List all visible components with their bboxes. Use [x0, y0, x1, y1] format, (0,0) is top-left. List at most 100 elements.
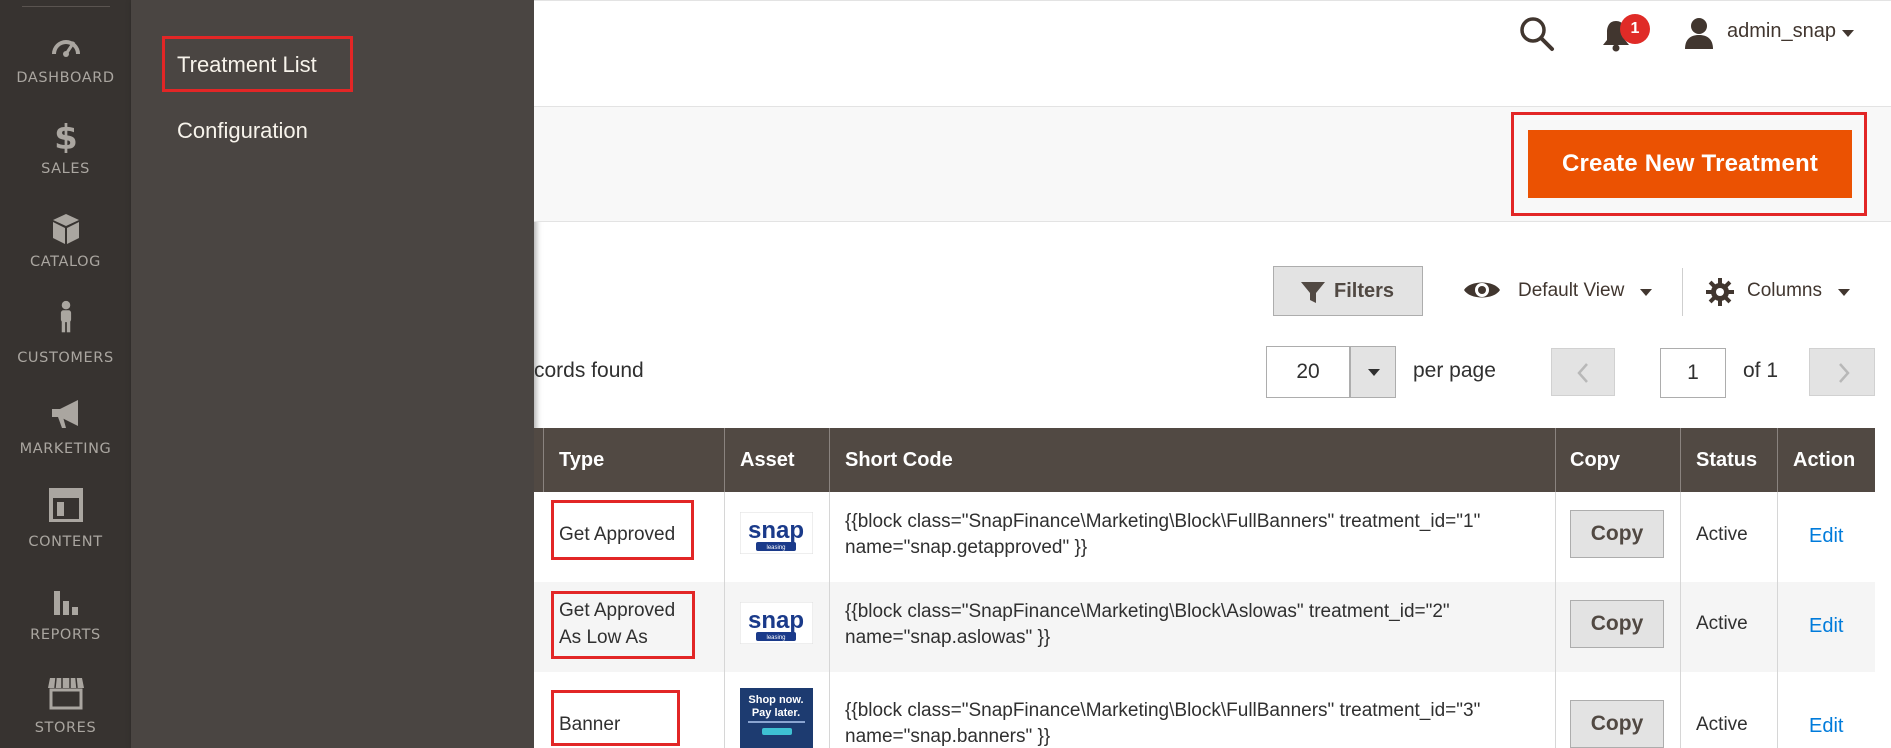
nav-label: REPORTS — [30, 627, 101, 643]
column-separator — [1777, 428, 1778, 492]
storefront-icon — [48, 677, 84, 710]
column-header-type[interactable]: Type — [559, 428, 604, 492]
bar-chart-icon — [54, 591, 78, 615]
nav-label: CATALOG — [30, 254, 101, 270]
column-line — [1777, 492, 1778, 748]
column-header-status[interactable]: Status — [1696, 428, 1757, 492]
nav-label: CONTENT — [28, 534, 103, 550]
column-line — [829, 492, 830, 748]
type-cell: Get Approved — [559, 600, 676, 621]
short-code-cell: {{block class="SnapFinance\Marketing\Blo… — [845, 601, 1450, 622]
table-row — [534, 582, 1875, 672]
nav-item-customers[interactable]: CUSTOMERS — [0, 300, 131, 386]
asset-text: snap — [748, 607, 804, 634]
gear-icon[interactable] — [1706, 278, 1734, 306]
short-code-cell: name="snap.getapproved" }} — [845, 537, 1088, 558]
column-header-copy[interactable]: Copy — [1570, 428, 1620, 492]
column-line — [724, 492, 725, 748]
type-cell: Banner — [559, 714, 621, 735]
eye-icon[interactable] — [1462, 276, 1502, 304]
user-menu[interactable]: admin_snap — [1727, 20, 1836, 43]
chevron-right-icon — [1839, 363, 1850, 383]
chevron-down-icon[interactable] — [1838, 289, 1850, 296]
filters-label: Filters — [1334, 280, 1395, 302]
shop-now-banner-image: Shop now. Pay later. — [740, 688, 813, 748]
nav-label: MARKETING — [19, 441, 112, 457]
next-page-button[interactable] — [1809, 348, 1875, 396]
edit-link[interactable]: Edit — [1809, 525, 1843, 548]
admin-sidebar: DASHBOARD $ SALES CATALOG CUSTOMERS MARK… — [0, 0, 131, 748]
nav-item-dashboard[interactable]: DASHBOARD — [0, 22, 131, 108]
dollar-icon: $ — [54, 119, 78, 153]
type-cell: Get Approved — [559, 524, 676, 545]
chevron-down-icon — [1368, 369, 1380, 376]
table-row — [534, 492, 1875, 582]
prev-page-button[interactable] — [1551, 348, 1615, 396]
person-icon — [60, 300, 72, 333]
short-code-cell: name="snap.banners" }} — [845, 726, 1051, 747]
nav-label: SALES — [41, 161, 90, 177]
megaphone-icon — [52, 400, 78, 428]
status-cell: Active — [1696, 613, 1748, 634]
columns-dropdown[interactable]: Columns — [1747, 280, 1822, 302]
page-total-label: of 1 — [1743, 359, 1779, 382]
column-separator — [543, 428, 544, 492]
column-separator — [1555, 428, 1556, 492]
snap-logo-image: snap leasing — [740, 512, 813, 554]
copy-button[interactable]: Copy — [1570, 700, 1664, 748]
submenu-item-treatment-list[interactable]: Treatment List — [177, 52, 317, 78]
box-icon — [53, 214, 79, 244]
chevron-left-icon — [1577, 363, 1588, 383]
column-separator — [724, 428, 725, 492]
copy-button[interactable]: Copy — [1570, 510, 1664, 558]
records-found: cords found — [534, 359, 644, 382]
asset-text: Shop now. — [748, 694, 803, 706]
search-icon[interactable] — [1517, 14, 1557, 54]
edit-link[interactable]: Edit — [1809, 715, 1843, 738]
column-header-asset[interactable]: Asset — [740, 428, 794, 492]
filters-button[interactable]: Filters — [1273, 266, 1423, 316]
user-icon[interactable] — [1683, 16, 1715, 50]
table-header — [534, 428, 1875, 492]
nav-item-sales[interactable]: $ SALES — [0, 115, 131, 201]
submenu-item-configuration[interactable]: Configuration — [177, 118, 308, 144]
copy-button[interactable]: Copy — [1570, 600, 1664, 648]
notification-badge[interactable]: 1 — [1620, 14, 1650, 44]
short-code-cell: name="snap.aslowas" }} — [845, 627, 1051, 648]
per-page-toggle[interactable] — [1350, 346, 1396, 398]
short-code-cell: {{block class="SnapFinance\Marketing\Blo… — [845, 700, 1481, 721]
status-cell: Active — [1696, 524, 1748, 545]
short-code-cell: {{block class="SnapFinance\Marketing\Blo… — [845, 511, 1481, 532]
toolbar-divider — [1682, 268, 1683, 316]
asset-text: Pay later. — [752, 707, 800, 719]
column-header-short-code[interactable]: Short Code — [845, 428, 953, 492]
chevron-down-icon[interactable] — [1842, 30, 1854, 37]
nav-item-catalog[interactable]: CATALOG — [0, 208, 131, 294]
column-separator — [1680, 428, 1681, 492]
type-cell: As Low As — [559, 627, 648, 648]
chevron-down-icon[interactable] — [1640, 289, 1652, 296]
layout-icon — [49, 488, 83, 522]
create-new-treatment-button[interactable]: Create New Treatment — [1528, 130, 1852, 198]
column-separator — [829, 428, 830, 492]
nav-item-marketing[interactable]: MARKETING — [0, 393, 131, 479]
filter-icon — [1301, 282, 1325, 303]
asset-text: leasing — [766, 545, 785, 551]
edit-link[interactable]: Edit — [1809, 615, 1843, 638]
column-line — [1555, 492, 1556, 748]
nav-label: DASHBOARD — [16, 70, 115, 86]
column-header-action[interactable]: Action — [1793, 428, 1855, 492]
nav-divider — [22, 6, 110, 7]
nav-label: STORES — [34, 720, 97, 736]
page-number-input[interactable]: 1 — [1660, 348, 1726, 398]
submenu-flyout: Treatment List Configuration — [131, 0, 534, 748]
nav-item-stores[interactable]: STORES — [0, 672, 131, 748]
asset-text: snap — [748, 517, 804, 544]
per-page-label: per page — [1413, 359, 1496, 382]
per-page-input[interactable]: 20 — [1266, 346, 1350, 398]
nav-item-content[interactable]: CONTENT — [0, 486, 131, 572]
default-view-dropdown[interactable]: Default View — [1518, 280, 1624, 302]
nav-item-reports[interactable]: REPORTS — [0, 579, 131, 665]
asset-text: leasing — [766, 635, 785, 641]
dashboard-icon — [52, 40, 80, 57]
